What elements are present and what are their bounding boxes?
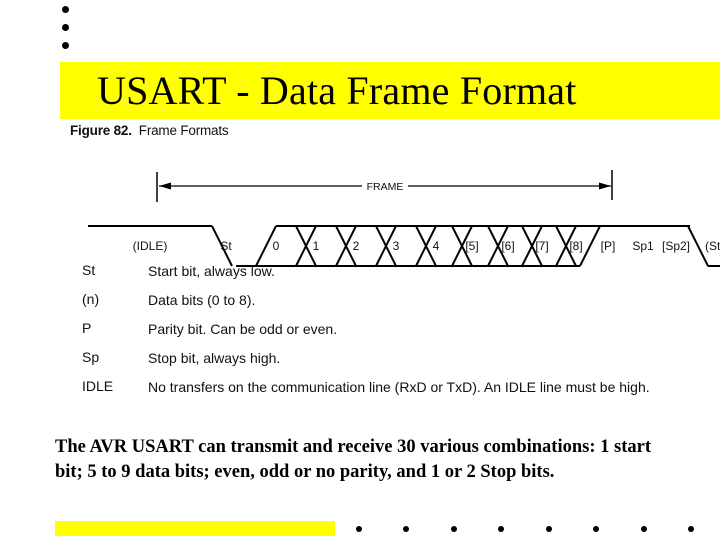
top-bullet-list [62, 6, 92, 60]
top-bullet-1 [62, 6, 69, 13]
legend-row: (n) Data bits (0 to 8). [60, 291, 720, 309]
label-bit-1: 1 [313, 239, 320, 253]
title-band: USART - Data Frame Format [60, 62, 720, 119]
legend-key: Sp [82, 349, 100, 365]
top-bullet-2 [62, 24, 69, 31]
bottom-bullet-7 [641, 526, 647, 532]
legend-key: St [82, 262, 96, 278]
label-start-bit: St [220, 239, 232, 253]
legend-key: P [82, 320, 92, 336]
top-bullet-3 [62, 42, 69, 49]
figure-caption: Figure 82. Frame Formats [70, 123, 229, 138]
slide-canvas: USART - Data Frame Format Figure 82. Fram… [0, 0, 720, 540]
label-bit-6: [6] [501, 239, 514, 253]
figure-number: Figure 82. [70, 123, 132, 138]
bottom-bullet-6 [593, 526, 599, 532]
frame-diagram: FRAME (IDLE) St 0 1 2 3 4 [5] [6] [7] [8… [60, 142, 720, 277]
legend-row: IDLE No transfers on the communication l… [60, 378, 720, 396]
label-stop-1: Sp1 [632, 239, 654, 253]
frame-span-label: FRAME [367, 181, 404, 193]
label-bit-2: 2 [353, 239, 360, 253]
bottom-bullet-3 [451, 526, 457, 532]
label-st-idle: (St / IDLE) [705, 239, 720, 253]
legend-desc: Data bits (0 to 8). [148, 292, 256, 308]
label-idle: (IDLE) [133, 239, 168, 253]
body-paragraph: The AVR USART can transmit and receive 3… [55, 437, 651, 482]
bottom-bullet-8 [688, 526, 694, 532]
label-bit-0: 0 [273, 239, 280, 253]
legend-row: Sp Stop bit, always high. [60, 349, 720, 367]
legend-list: St Start bit, always low. (n) Data bits … [60, 262, 720, 407]
bottom-bullet-1 [356, 526, 362, 532]
legend-desc: No transfers on the communication line (… [148, 379, 650, 395]
legend-key: (n) [82, 291, 100, 307]
label-bit-3: 3 [393, 239, 400, 253]
legend-desc: Parity bit. Can be odd or even. [148, 321, 338, 337]
legend-key: IDLE [82, 378, 114, 394]
label-bit-4: 4 [433, 239, 440, 253]
legend-row: P Parity bit. Can be odd or even. [60, 320, 720, 338]
label-parity: [P] [601, 239, 616, 253]
label-bit-7: [7] [535, 239, 548, 253]
bottom-bullet-2 [403, 526, 409, 532]
legend-desc: Start bit, always low. [148, 263, 275, 279]
legend-row: St Start bit, always low. [60, 262, 720, 280]
bottom-bullet-5 [546, 526, 552, 532]
bottom-bullet-row [356, 526, 706, 536]
legend-desc: Stop bit, always high. [148, 350, 281, 366]
label-bit-5: [5] [465, 239, 478, 253]
bottom-highlight-bar [55, 521, 335, 536]
bottom-bullet-4 [498, 526, 504, 532]
page-title: USART - Data Frame Format [97, 68, 577, 113]
figure-caption-text: Frame Formats [138, 123, 229, 138]
label-stop-2: [Sp2] [662, 239, 690, 253]
figure-block: Figure 82. Frame Formats FRAME (IDLE) St… [60, 120, 720, 430]
label-bit-8: [8] [569, 239, 582, 253]
